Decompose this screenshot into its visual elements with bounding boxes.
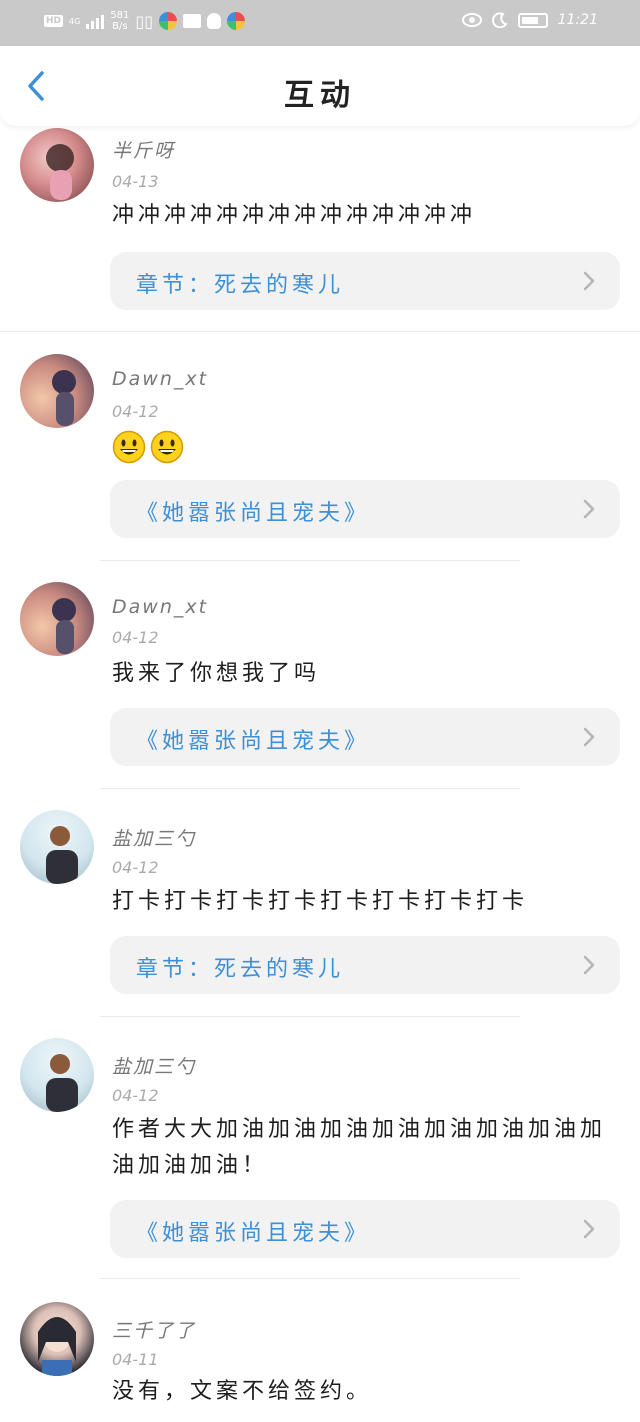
comment-text: 作者大大加油加油加油加油加油加油加油加油加油加油！ (112, 1117, 607, 1178)
reference-card[interactable]: 章节：死去的寒儿 (110, 252, 620, 310)
message-icon (183, 14, 202, 28)
divider (100, 1278, 520, 1279)
page-title: 互动 (284, 78, 356, 113)
app-icon-listen: ▯▯ (135, 11, 154, 31)
comment-date: 04-12 (112, 858, 159, 877)
status-bar: HD 4G 581 B/s ▯▯ 11:21 (0, 0, 640, 46)
comment-date: 04-12 (112, 1086, 159, 1105)
avatar-illustration (46, 144, 74, 200)
app-icon-colorful (159, 12, 178, 30)
avatar[interactable] (20, 128, 94, 202)
network-speed: 581 B/s (110, 10, 130, 32)
grinning-face-emoji-icon (150, 430, 184, 464)
eye-icon (461, 13, 482, 27)
chevron-right-icon (583, 1219, 595, 1239)
avatar-illustration (46, 826, 78, 884)
comment-username[interactable]: 三千了了 (112, 1316, 196, 1343)
comment-item: Dawn_xt 04-12 《她嚣张尚且宠夫》 (0, 332, 640, 562)
avatar[interactable] (20, 810, 94, 884)
comment-text: 没有，文案不给签约。 (112, 1379, 373, 1404)
reference-card[interactable]: 《她嚣张尚且宠夫》 (110, 480, 620, 538)
comment-username[interactable]: 半斤呀 (112, 136, 175, 163)
status-right: 11:21 (461, 12, 598, 28)
avatar[interactable] (20, 1038, 94, 1112)
reference-label: 《她嚣张尚且宠夫》 (136, 1221, 371, 1246)
hd-icon: HD (44, 15, 64, 27)
divider (100, 1016, 520, 1017)
comment-item: 三千了了 04-11 没有，文案不给签约。 (0, 1280, 640, 1422)
moon-icon (491, 12, 508, 28)
comment-text: 打卡打卡打卡打卡打卡打卡打卡打卡 (112, 889, 529, 914)
avatar[interactable] (20, 582, 94, 656)
avatar-illustration (46, 1054, 78, 1112)
avatar-illustration (52, 598, 76, 654)
avatar-illustration (38, 1317, 76, 1376)
status-left: HD 4G 581 B/s ▯▯ (44, 10, 246, 32)
reference-label: 章节：死去的寒儿 (136, 957, 345, 982)
qq-icon (207, 13, 222, 29)
chevron-right-icon (583, 271, 595, 291)
avatar[interactable] (20, 1302, 94, 1376)
avatar[interactable] (20, 354, 94, 428)
divider (100, 560, 520, 561)
reference-card[interactable]: 《她嚣张尚且宠夫》 (110, 708, 620, 766)
comment-username[interactable]: 盐加三勺 (112, 1052, 196, 1079)
comment-item: 盐加三勺 04-12 打卡打卡打卡打卡打卡打卡打卡打卡 章节：死去的寒儿 (0, 790, 640, 1018)
comment-date: 04-12 (112, 402, 159, 421)
comment-emoji-row (112, 430, 184, 464)
reference-card[interactable]: 《她嚣张尚且宠夫》 (110, 1200, 620, 1258)
comment-item: 半斤呀 04-13 冲冲冲冲冲冲冲冲冲冲冲冲冲冲 章节：死去的寒儿 (0, 126, 640, 332)
comment-date: 04-12 (112, 628, 159, 647)
comment-item: Dawn_xt 04-12 我来了你想我了吗 《她嚣张尚且宠夫》 (0, 562, 640, 790)
app-icon-colorful-2 (227, 12, 246, 30)
reference-label: 《她嚣张尚且宠夫》 (136, 729, 371, 754)
chevron-right-icon (583, 499, 595, 519)
comment-username[interactable]: Dawn_xt (112, 596, 208, 618)
comment-text: 冲冲冲冲冲冲冲冲冲冲冲冲冲冲 (112, 203, 477, 228)
network-type: 4G (69, 16, 81, 26)
comment-item: 盐加三勺 04-12 作者大大加油加油加油加油加油加油加油加油加油加油！ 《她嚣… (0, 1018, 640, 1280)
comment-username[interactable]: 盐加三勺 (112, 824, 196, 851)
grinning-face-emoji-icon (112, 430, 146, 464)
comment-text: 我来了你想我了吗 (112, 661, 321, 686)
divider (100, 788, 520, 789)
reference-card[interactable]: 章节：死去的寒儿 (110, 936, 620, 994)
battery-icon (517, 12, 548, 28)
reference-label: 《她嚣张尚且宠夫》 (136, 501, 371, 526)
reference-label: 章节：死去的寒儿 (136, 273, 345, 298)
nav-bar: 互动 (0, 46, 640, 126)
signal-icon (86, 13, 105, 29)
comment-date: 04-13 (112, 172, 159, 191)
comment-date: 04-11 (112, 1350, 159, 1369)
clock: 11:21 (557, 12, 598, 28)
avatar-illustration (52, 370, 76, 426)
comment-username[interactable]: Dawn_xt (112, 368, 208, 390)
chevron-right-icon (583, 727, 595, 747)
chevron-right-icon (583, 955, 595, 975)
